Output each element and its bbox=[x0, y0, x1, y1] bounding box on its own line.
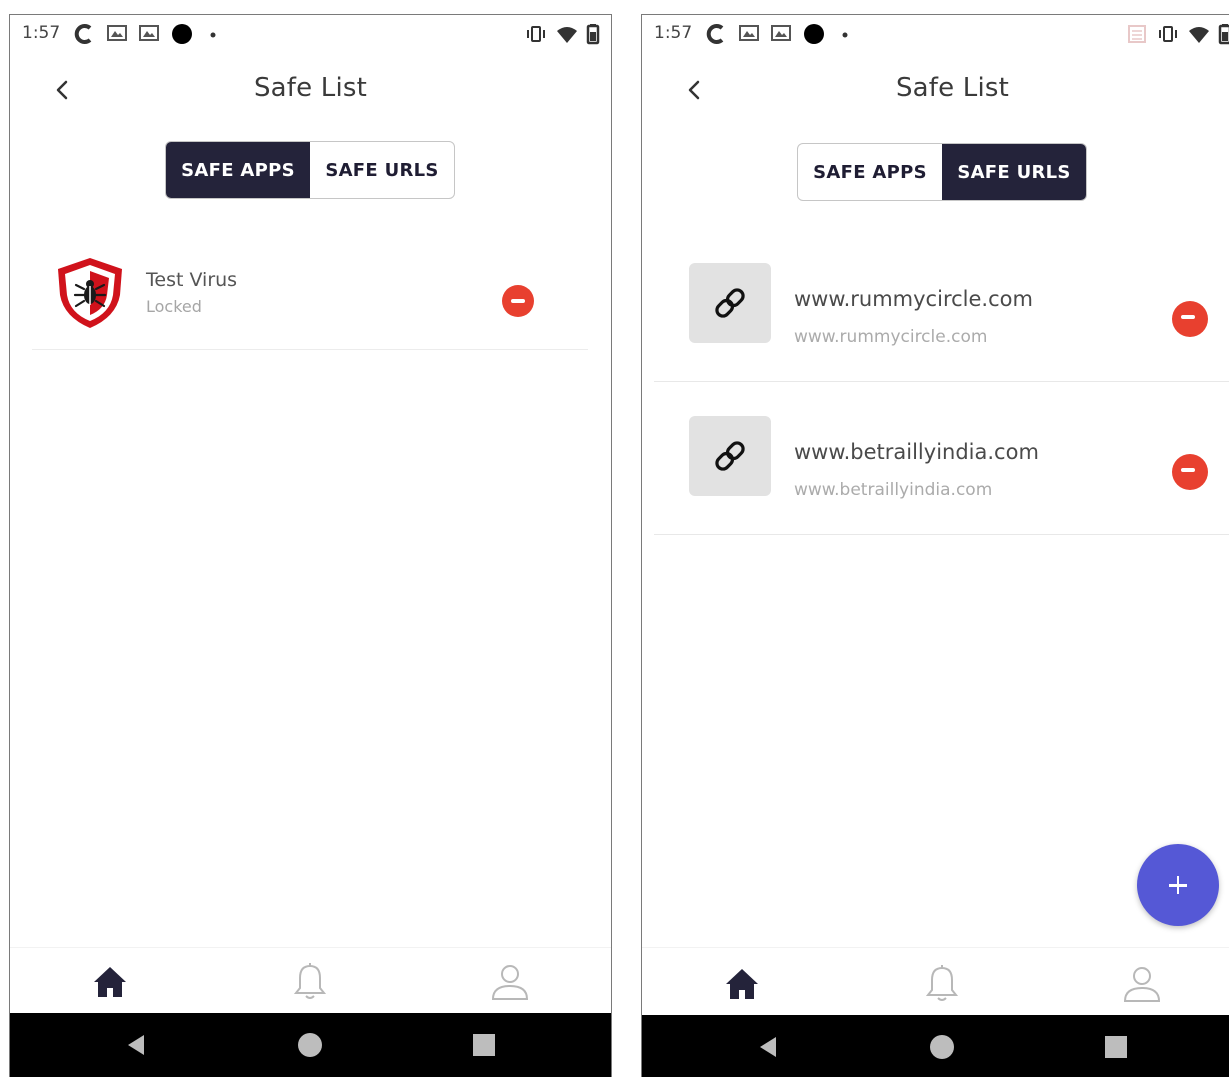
circle-home-icon bbox=[930, 1035, 954, 1059]
c-app-icon bbox=[706, 24, 724, 44]
app-name: Test Virus bbox=[146, 269, 238, 291]
nav-profile[interactable] bbox=[488, 960, 532, 1004]
profile-icon bbox=[491, 965, 529, 1000]
segment-control: SAFE APPS SAFE URLS bbox=[797, 143, 1087, 201]
link-tile bbox=[689, 416, 771, 496]
record-dot-icon bbox=[804, 24, 824, 44]
url-title: www.rummycircle.com bbox=[794, 287, 1033, 311]
list-item[interactable]: Test Virus Locked bbox=[32, 245, 588, 350]
home-icon bbox=[726, 969, 758, 999]
vibrate-icon bbox=[1159, 26, 1177, 42]
nav-notifications[interactable] bbox=[288, 960, 332, 1004]
c-app-icon bbox=[74, 24, 92, 44]
square-recents-icon bbox=[1105, 1036, 1127, 1058]
bell-icon bbox=[293, 963, 327, 999]
status-bar: 1:57 bbox=[10, 15, 611, 55]
vibrate-icon bbox=[527, 26, 545, 42]
shield-bug-icon bbox=[58, 258, 122, 328]
data-saver-icon bbox=[1128, 25, 1146, 43]
nav-notifications[interactable] bbox=[920, 962, 964, 1006]
system-recents-button[interactable] bbox=[1100, 1031, 1132, 1063]
gallery-icon bbox=[139, 25, 159, 41]
home-icon bbox=[94, 967, 126, 997]
battery-icon bbox=[1218, 24, 1229, 45]
triangle-back-icon bbox=[760, 1037, 776, 1057]
url-subtitle: www.rummycircle.com bbox=[794, 327, 988, 347]
tab-safe-apps[interactable]: SAFE APPS bbox=[166, 142, 310, 198]
notification-dot-icon bbox=[210, 32, 216, 38]
system-back-button[interactable] bbox=[752, 1031, 784, 1063]
url-title: www.betraillyindia.com bbox=[794, 440, 1039, 464]
system-back-button[interactable] bbox=[120, 1029, 152, 1061]
system-home-button[interactable] bbox=[926, 1031, 958, 1063]
gallery-icon bbox=[771, 25, 791, 41]
segment-control: SAFE APPS SAFE URLS bbox=[165, 141, 455, 199]
circle-home-icon bbox=[298, 1033, 322, 1057]
title-bar: Safe List bbox=[642, 67, 1229, 119]
gallery-icon bbox=[107, 25, 127, 41]
title-bar: Safe List bbox=[10, 67, 611, 119]
battery-icon bbox=[586, 24, 600, 45]
system-recents-button[interactable] bbox=[468, 1029, 500, 1061]
url-subtitle: www.betraillyindia.com bbox=[794, 480, 993, 500]
system-nav-bar bbox=[10, 1013, 611, 1077]
list-item[interactable]: www.betraillyindia.com www.betraillyindi… bbox=[654, 382, 1229, 535]
system-home-button[interactable] bbox=[294, 1029, 326, 1061]
status-bar: 1:57 bbox=[642, 15, 1229, 55]
bottom-nav bbox=[10, 947, 611, 1014]
tab-safe-urls[interactable]: SAFE URLS bbox=[942, 144, 1086, 200]
triangle-back-icon bbox=[128, 1035, 144, 1055]
nav-home[interactable] bbox=[720, 962, 764, 1006]
status-time: 1:57 bbox=[654, 23, 693, 43]
remove-button[interactable] bbox=[502, 285, 534, 317]
remove-button[interactable] bbox=[1172, 454, 1208, 490]
page-title: Safe List bbox=[253, 73, 368, 103]
remove-button[interactable] bbox=[1172, 301, 1208, 337]
bottom-nav bbox=[642, 947, 1229, 1014]
nav-home[interactable] bbox=[88, 960, 132, 1004]
wifi-icon bbox=[557, 27, 577, 43]
link-tile bbox=[689, 263, 771, 343]
link-icon bbox=[715, 441, 745, 471]
list-item[interactable]: www.rummycircle.com www.rummycircle.com bbox=[654, 229, 1229, 382]
system-nav-bar bbox=[642, 1015, 1229, 1077]
tab-safe-apps[interactable]: SAFE APPS bbox=[798, 144, 942, 200]
profile-icon bbox=[1123, 967, 1161, 1002]
nav-profile[interactable] bbox=[1120, 962, 1164, 1006]
gallery-icon bbox=[739, 25, 759, 41]
right-phone-screen: 1:57 Safe List SAFE APPS SAFE URLS www.r… bbox=[641, 14, 1229, 1077]
wifi-icon bbox=[1189, 27, 1209, 43]
notification-dot-icon bbox=[842, 32, 848, 38]
add-url-button[interactable] bbox=[1137, 844, 1219, 926]
page-title: Safe List bbox=[895, 73, 1010, 103]
tab-safe-urls[interactable]: SAFE URLS bbox=[310, 142, 454, 198]
status-time: 1:57 bbox=[22, 23, 61, 43]
record-dot-icon bbox=[172, 24, 192, 44]
app-status: Locked bbox=[146, 297, 202, 316]
bell-icon bbox=[925, 965, 959, 1001]
left-phone-screen: 1:57 Safe List SAFE APPS SAFE URLS Test bbox=[9, 14, 612, 1077]
link-icon bbox=[715, 288, 745, 318]
square-recents-icon bbox=[473, 1034, 495, 1056]
